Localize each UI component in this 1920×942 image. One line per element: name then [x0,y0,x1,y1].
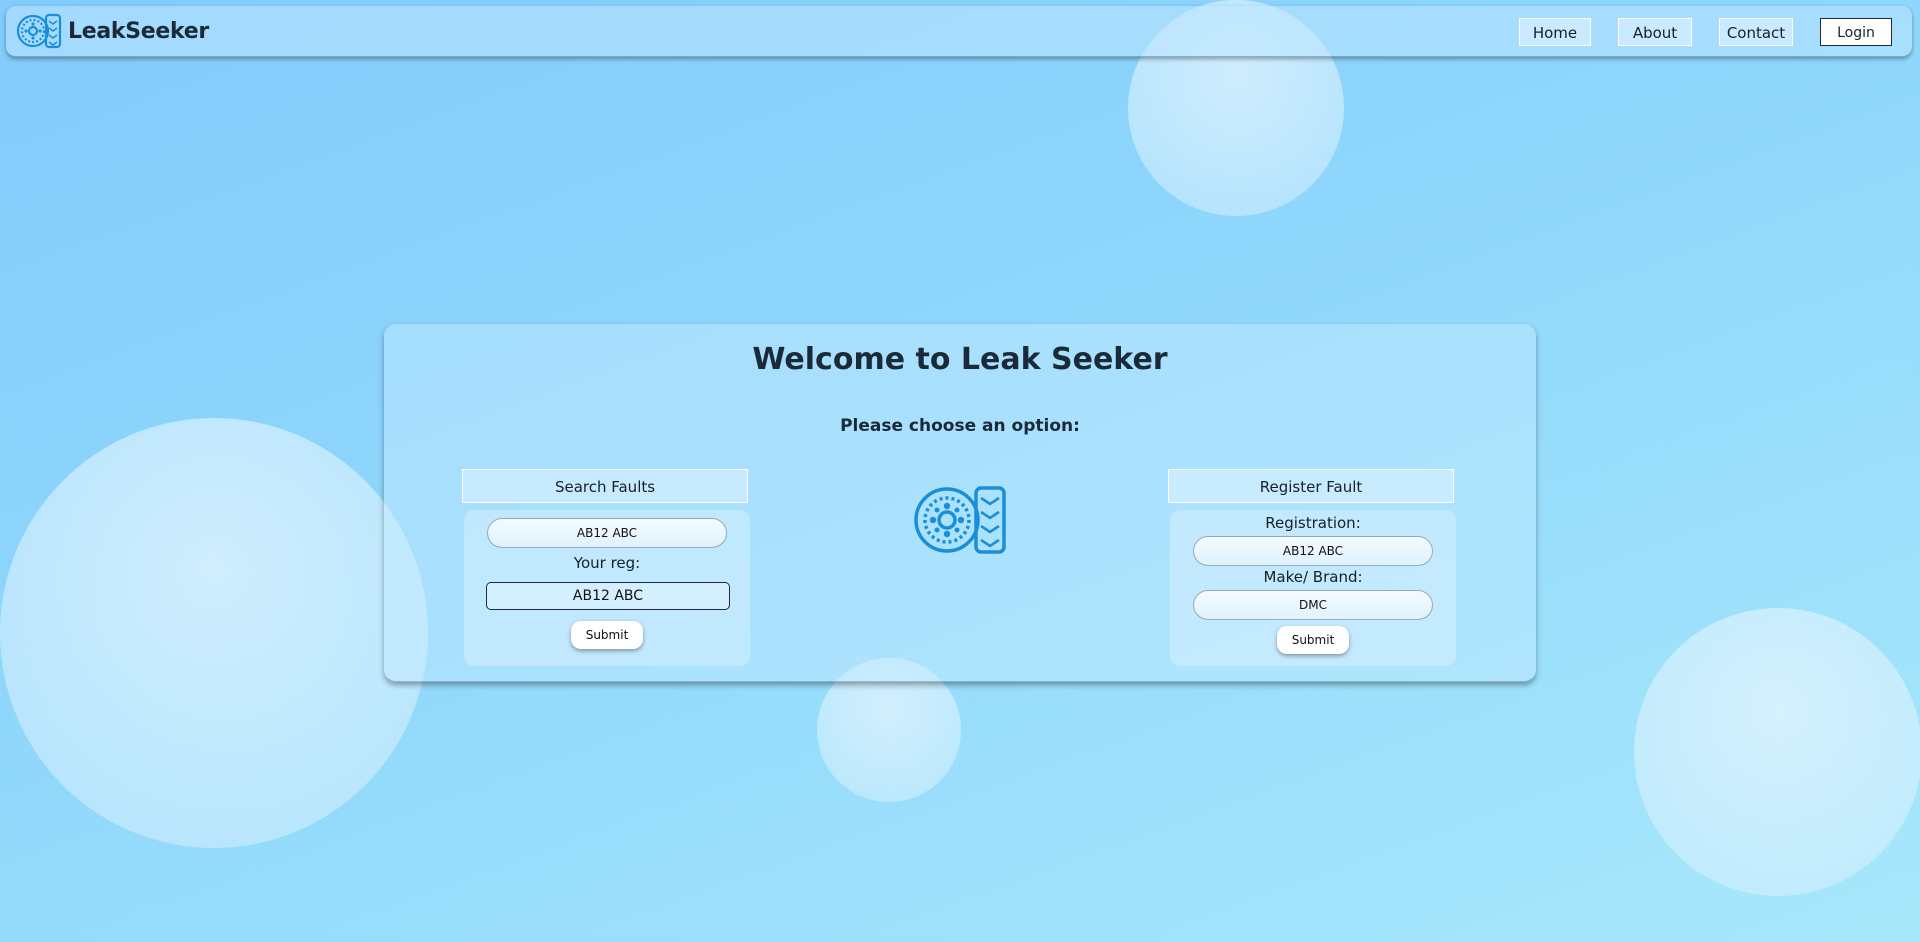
background-bubble [1634,608,1920,896]
register-fault-heading[interactable]: Register Fault [1168,469,1454,503]
search-submit-button[interactable]: Submit [571,621,643,649]
tire-wheel-icon [914,486,1006,554]
search-reg-input[interactable] [487,518,727,548]
brand-name: LeakSeeker [68,18,209,44]
brand-logo[interactable]: LeakSeeker [16,13,209,49]
login-button[interactable]: Login [1820,18,1892,46]
make-brand-input[interactable] [1193,590,1433,620]
search-faults-panel: Your reg: AB12 ABC Submit [464,510,750,666]
your-reg-field[interactable]: AB12 ABC [486,582,730,610]
nav-contact-button[interactable]: Contact [1719,18,1793,46]
register-fault-panel: Registration: Make/ Brand: Submit [1170,510,1456,666]
tire-wheel-icon [16,13,62,49]
nav-about-button[interactable]: About [1618,18,1692,46]
make-brand-label: Make/ Brand: [1263,568,1363,586]
nav-home-button[interactable]: Home [1519,18,1591,46]
registration-label: Registration: [1265,514,1361,532]
top-navbar: LeakSeeker Home About Contact Login [6,6,1912,57]
page-title: Welcome to Leak Seeker [752,342,1168,377]
your-reg-label: Your reg: [573,554,641,572]
background-bubble [0,418,428,848]
register-submit-button[interactable]: Submit [1277,626,1349,654]
page-subtitle: Please choose an option: [840,416,1080,436]
search-faults-heading[interactable]: Search Faults [462,469,748,503]
registration-input[interactable] [1193,536,1433,566]
welcome-card: Welcome to Leak Seeker Please choose an … [384,324,1536,682]
